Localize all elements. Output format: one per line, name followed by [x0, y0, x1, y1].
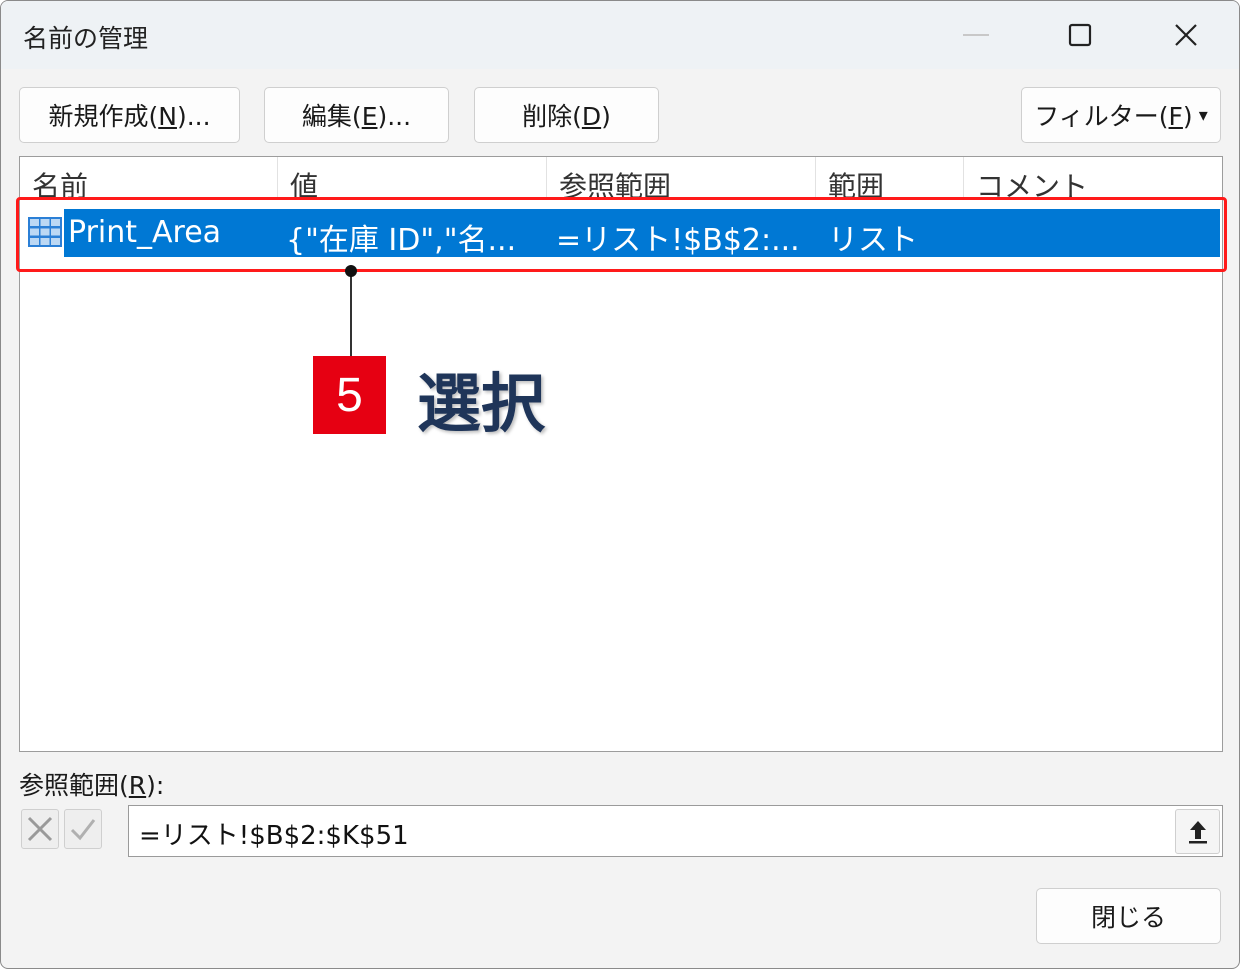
chevron-down-icon: ▾ [1198, 104, 1208, 126]
column-header-scope[interactable]: 範囲 [816, 157, 964, 199]
arrow-up-icon [1188, 820, 1207, 843]
delete-button[interactable]: 削除(D) [474, 87, 659, 143]
callout-dot [345, 265, 357, 277]
delete-button-label: 削除(D) [522, 102, 611, 131]
title-bar: 名前の管理 [1, 1, 1239, 69]
filter-button-label: フィルター(F) [1034, 102, 1193, 131]
collapse-dialog-button[interactable] [1175, 809, 1220, 854]
confirm-edit-button[interactable] [64, 809, 102, 849]
edit-button[interactable]: 編集(E)... [264, 87, 449, 143]
minimize-button [941, 1, 1011, 69]
refers-to-label: 参照範囲(R): [19, 771, 165, 800]
new-button-label: 新規作成(N)... [48, 102, 211, 131]
maximize-button[interactable] [1045, 1, 1115, 69]
refers-to-input[interactable]: =リスト!$B$2:$K$51 [128, 805, 1223, 857]
minimize-icon [963, 34, 989, 36]
edit-button-label: 編集(E)... [301, 102, 412, 131]
close-icon [1175, 24, 1197, 46]
column-header-comment[interactable]: コメント [964, 157, 1222, 199]
close-button[interactable]: 閉じる [1036, 888, 1221, 944]
cancel-edit-button[interactable] [21, 809, 59, 849]
selection-highlight-box [16, 197, 1227, 272]
filter-button[interactable]: フィルター(F) ▾ [1021, 87, 1221, 143]
check-icon [70, 819, 96, 841]
column-header-name[interactable]: 名前 [20, 157, 278, 199]
step-label: 選択 [417, 368, 545, 442]
cancel-x-icon [27, 816, 53, 842]
step-badge: 5 [313, 356, 386, 434]
name-manager-dialog: 名前の管理 新規作成(N)... 編集(E)... 削除(D) フィルター(F)… [0, 0, 1240, 969]
callout-line [350, 271, 352, 356]
dialog-title: 名前の管理 [23, 24, 149, 53]
new-button[interactable]: 新規作成(N)... [19, 87, 240, 143]
maximize-icon [1068, 23, 1092, 47]
close-window-button[interactable] [1151, 1, 1221, 69]
column-header-value[interactable]: 値 [278, 157, 547, 199]
column-header-refers-to[interactable]: 参照範囲 [547, 157, 816, 199]
